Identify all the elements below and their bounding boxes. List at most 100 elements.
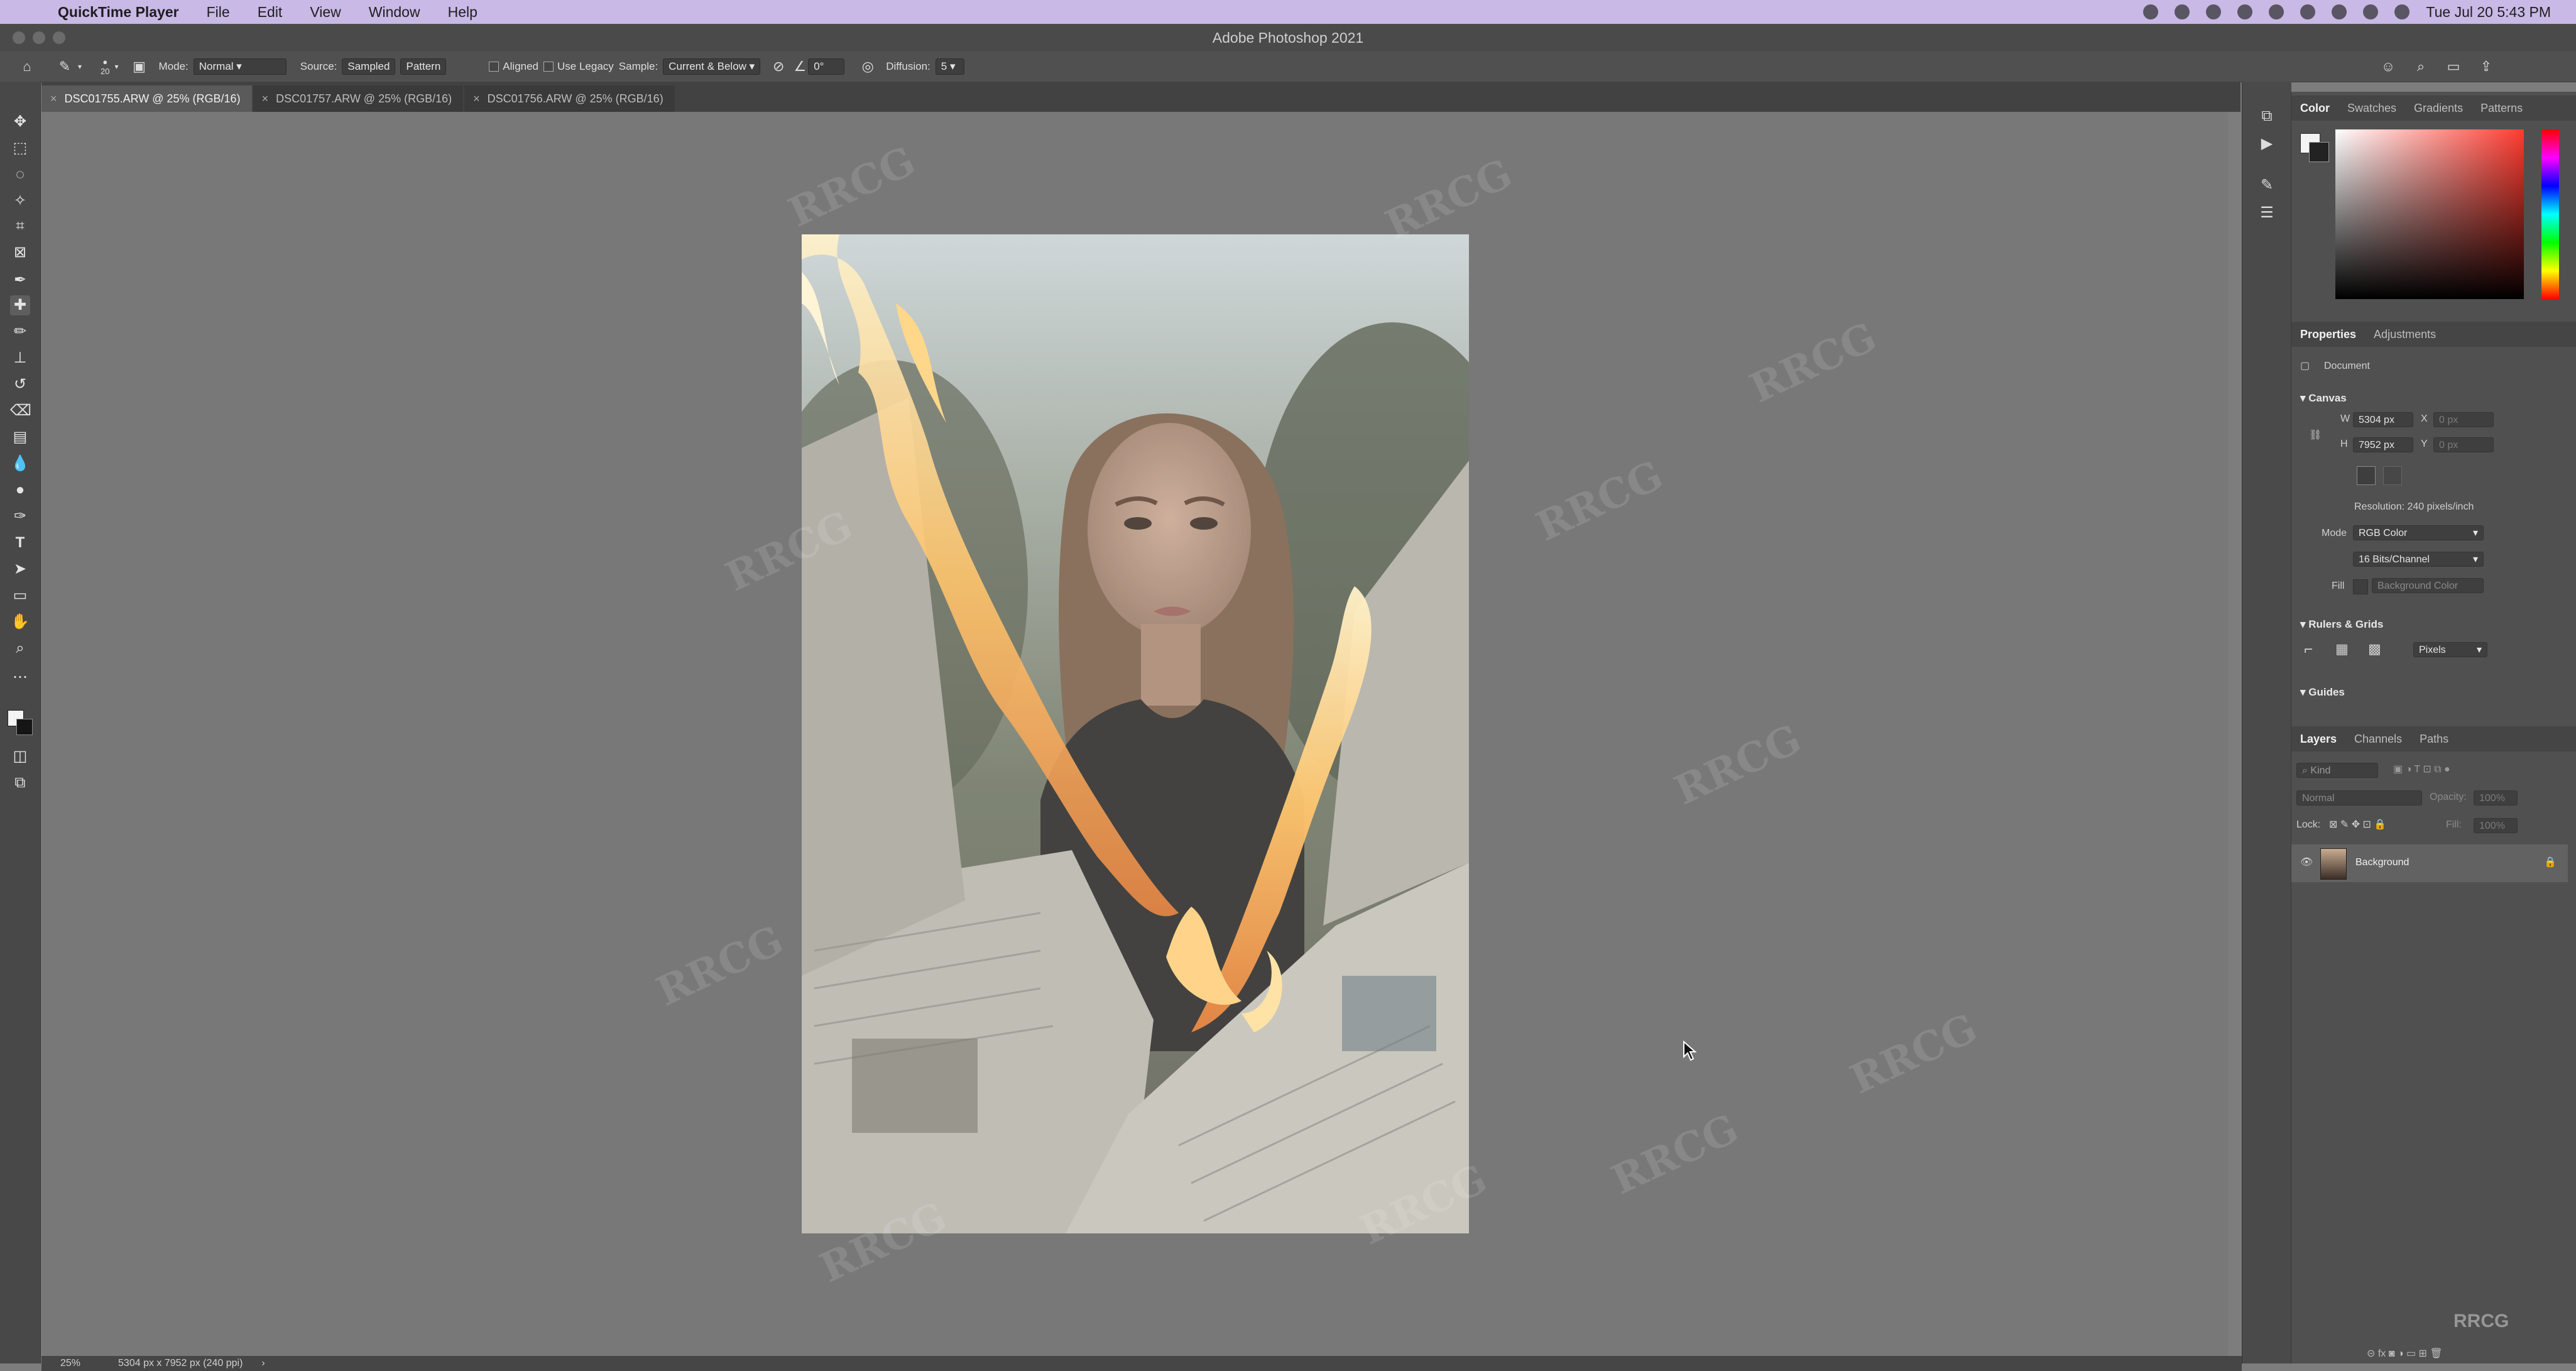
close-tab-icon[interactable]: ×	[262, 92, 269, 105]
tab-gradients[interactable]: Gradients	[2405, 102, 2472, 115]
blur-tool-icon[interactable]: 💧	[10, 454, 30, 474]
zoom-level[interactable]: 25%	[60, 1358, 80, 1369]
menubar-clock[interactable]: Tue Jul 20 5:43 PM	[2426, 4, 2551, 21]
hue-slider[interactable]	[2541, 129, 2559, 299]
eyedropper-tool-icon[interactable]: ✒	[10, 270, 30, 290]
brush-tool-icon[interactable]: ✏	[10, 322, 30, 342]
grid-icon[interactable]: ▦	[2335, 641, 2349, 657]
mode-select[interactable]: Normal ▾	[193, 58, 287, 75]
history-icon[interactable]: ⧉	[2257, 107, 2276, 126]
background-color-swatch[interactable]	[16, 719, 33, 735]
canvas-height-input[interactable]: 7952 px	[2353, 437, 2413, 452]
menu-app-name[interactable]: QuickTime Player	[58, 4, 179, 21]
share-user-icon[interactable]: ☺	[2380, 58, 2396, 75]
canvas-width-input[interactable]: 5304 px	[2353, 412, 2413, 427]
menu-file[interactable]: File	[207, 4, 230, 21]
source-sampled-button[interactable]: Sampled	[342, 58, 396, 75]
history-brush-tool-icon[interactable]: ↺	[10, 374, 30, 395]
eye-visibility-icon[interactable]: 👁	[2300, 856, 2313, 868]
bluetooth-icon[interactable]	[2269, 4, 2284, 19]
tab-adjustments[interactable]: Adjustments	[2365, 328, 2445, 341]
tab-channels[interactable]: Channels	[2345, 733, 2411, 746]
canvas-section-title[interactable]: ▾ Canvas	[2300, 392, 2347, 405]
rulers-section-title[interactable]: ▾ Rulers & Grids	[2300, 618, 2383, 631]
close-tab-icon[interactable]: ×	[473, 92, 480, 105]
menu-view[interactable]: View	[310, 4, 341, 21]
layer-footer-icons[interactable]: ⊝ fx ◙ ◑ ▭ ⊞ 🗑	[2367, 1347, 2443, 1360]
chevron-right-icon[interactable]: ›	[261, 1358, 265, 1369]
home-icon[interactable]: ⌂	[19, 58, 35, 75]
eraser-tool-icon[interactable]: ⌫	[10, 401, 31, 421]
brush-settings-icon[interactable]: ▣	[131, 58, 148, 75]
doc-tab-3[interactable]: × DSC01756.ARW @ 25% (RGB/16)	[464, 85, 675, 112]
quick-selection-tool-icon[interactable]: ✧	[10, 191, 30, 211]
guides-section-title[interactable]: ▾ Guides	[2300, 686, 2345, 699]
wifi-icon[interactable]	[2300, 4, 2316, 19]
tab-properties[interactable]: Properties	[2291, 328, 2365, 341]
zoom-tool-icon[interactable]: ⌕	[10, 638, 30, 658]
healing-brush-tool-icon[interactable]: ✚	[10, 295, 30, 315]
document-info[interactable]: 5304 px x 7952 px (240 ppi)	[118, 1358, 243, 1369]
landscape-orientation-icon[interactable]	[2383, 466, 2402, 485]
portrait-orientation-icon[interactable]	[2357, 466, 2376, 485]
canvas-y-input[interactable]: 0 px	[2433, 437, 2494, 452]
lasso-tool-icon[interactable]: ◌	[10, 165, 30, 185]
color-mode-select[interactable]: RGB Color ▾	[2353, 525, 2484, 540]
ruler-units-select[interactable]: Pixels ▾	[2413, 642, 2487, 657]
ignore-adjustment-layers-icon[interactable]: ⊘	[770, 58, 787, 75]
tab-patterns[interactable]: Patterns	[2472, 102, 2531, 115]
link-dimensions-icon[interactable]: ⛓	[2309, 429, 2322, 441]
rectangle-tool-icon[interactable]: ▭	[10, 586, 30, 606]
path-selection-tool-icon[interactable]: ➤	[10, 559, 30, 579]
sample-select[interactable]: Current & Below ▾	[663, 58, 761, 75]
move-tool-icon[interactable]: ✥	[10, 112, 30, 132]
workspace-icon[interactable]: ▭	[2445, 58, 2462, 75]
marquee-tool-icon[interactable]: ⬚	[10, 138, 30, 158]
layer-name[interactable]: Background	[2355, 857, 2409, 868]
layer-kind-filter[interactable]: ⌕ Kind	[2296, 763, 2378, 778]
tab-swatches[interactable]: Swatches	[2339, 102, 2405, 115]
fill-input[interactable]: 100%	[2474, 818, 2518, 833]
angle-input[interactable]: 0°	[808, 58, 845, 75]
search-icon[interactable]: ⌕	[2413, 58, 2429, 75]
screen-mode-icon[interactable]: ⧉	[10, 773, 30, 793]
minimize-window-button[interactable]	[33, 31, 45, 44]
close-window-button[interactable]	[13, 31, 25, 44]
more-tools-icon[interactable]: ⋯	[10, 667, 30, 687]
opacity-input[interactable]: 100%	[2474, 790, 2518, 806]
use-legacy-checkbox[interactable]	[543, 62, 554, 72]
lock-icons[interactable]: ⊠ ✎ ✥ ⊡ 🔒	[2329, 818, 2386, 831]
menu-window[interactable]: Window	[369, 4, 420, 21]
screen-icon[interactable]	[2206, 4, 2222, 19]
color-background-swatch[interactable]	[2309, 142, 2329, 162]
tab-color[interactable]: Color	[2291, 102, 2339, 115]
fill-select[interactable]: Background Color	[2372, 578, 2484, 593]
siri-icon[interactable]	[2394, 4, 2410, 19]
brush-size-picker[interactable]: ● 20	[101, 57, 109, 76]
record-icon[interactable]	[2143, 4, 2159, 19]
adjust-sliders-icon[interactable]: ☰	[2257, 204, 2276, 222]
healing-brush-preset-icon[interactable]: ✎	[57, 58, 73, 75]
share-icon[interactable]: ⇪	[2478, 58, 2494, 75]
clone-stamp-tool-icon[interactable]: ⊥	[10, 348, 30, 368]
canvas-x-input[interactable]: 0 px	[2433, 412, 2494, 427]
actions-icon[interactable]: ▶	[2257, 134, 2276, 153]
control-center-icon[interactable]	[2363, 4, 2379, 19]
document-canvas-image[interactable]	[802, 234, 1469, 1233]
close-tab-icon[interactable]: ×	[50, 92, 57, 105]
layer-filter-icons[interactable]: ▣ ◑ T ⊡ ⧉ ●	[2393, 763, 2450, 775]
tab-layers[interactable]: Layers	[2291, 733, 2345, 746]
fill-swatch[interactable]	[2353, 579, 2368, 594]
search-icon[interactable]	[2332, 4, 2347, 19]
chevron-down-icon[interactable]: ▾	[115, 62, 119, 71]
quick-mask-icon[interactable]: ◫	[10, 746, 30, 767]
hand-tool-icon[interactable]: ✋	[10, 612, 30, 632]
pressure-size-icon[interactable]: ◎	[860, 58, 876, 75]
pen-tool-icon[interactable]: ✑	[10, 506, 30, 527]
type-tool-icon[interactable]: T	[10, 533, 30, 553]
gradient-tool-icon[interactable]: ▤	[10, 427, 30, 447]
menu-help[interactable]: Help	[448, 4, 478, 21]
doc-tab-1[interactable]: × DSC01755.ARW @ 25% (RGB/16)	[41, 85, 252, 112]
zoom-window-button[interactable]	[53, 31, 65, 44]
layer-row[interactable]: 👁 Background 🔒	[2291, 844, 2568, 882]
